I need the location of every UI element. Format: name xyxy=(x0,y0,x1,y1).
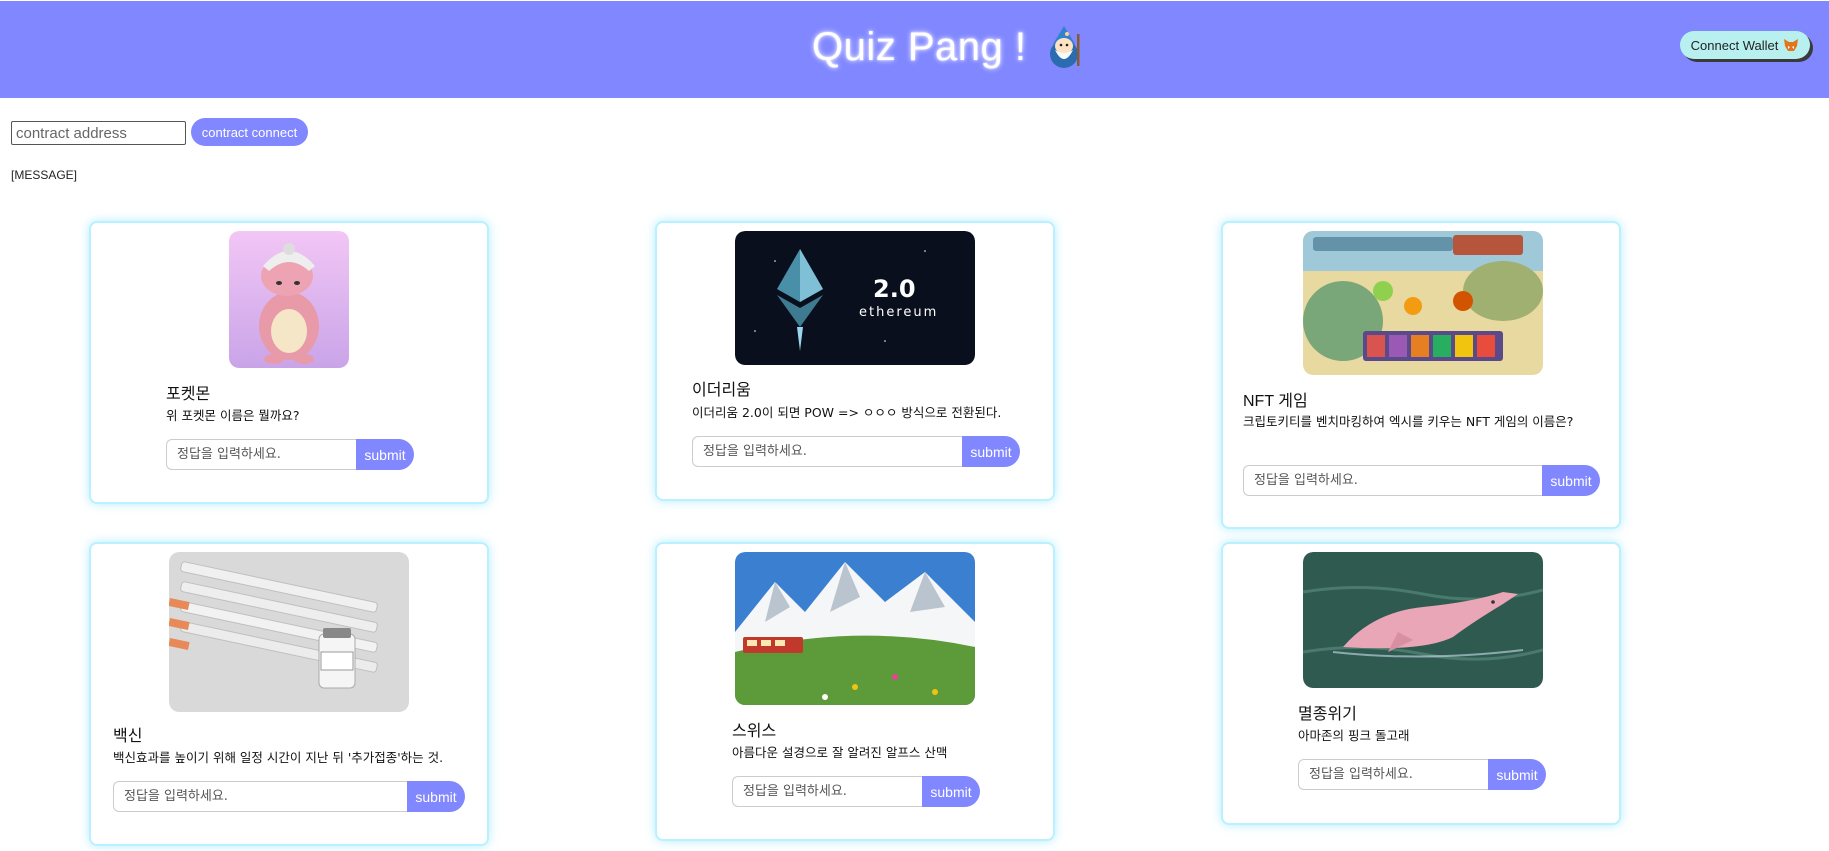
quiz-title: 스위스 xyxy=(732,723,777,740)
answer-input[interactable] xyxy=(732,776,922,807)
submit-button[interactable]: submit xyxy=(356,439,414,470)
submit-button[interactable]: submit xyxy=(962,436,1020,467)
submit-button[interactable]: submit xyxy=(1542,465,1600,496)
submit-button[interactable]: submit xyxy=(1488,759,1546,790)
submit-button[interactable]: submit xyxy=(407,781,465,812)
answer-form: submit xyxy=(1298,759,1546,790)
connect-wallet-button[interactable]: Connect Wallet xyxy=(1680,31,1810,59)
answer-input[interactable] xyxy=(1298,759,1488,790)
quiz-question: 아마존의 핑크 돌고래 xyxy=(1298,728,1410,743)
submit-button[interactable]: submit xyxy=(922,776,980,807)
quiz-image-vaccine xyxy=(169,552,409,712)
quiz-question: 위 포켓몬 이름은 뭘까요? xyxy=(166,408,300,423)
quiz-image-pokemon xyxy=(229,231,349,368)
ethereum-image-version: 2.0 xyxy=(873,275,916,303)
answer-input[interactable] xyxy=(692,436,962,467)
answer-input[interactable] xyxy=(113,781,407,812)
answer-input[interactable] xyxy=(166,439,356,470)
quiz-title: 포켓몬 xyxy=(166,386,211,403)
quiz-question: 크립토키티를 벤치마킹하여 엑시를 키우는 NFT 게임의 이름은? xyxy=(1243,414,1574,429)
contract-connect-button[interactable]: contract connect xyxy=(191,118,308,146)
connect-wallet-label: Connect Wallet xyxy=(1690,37,1779,53)
ethereum-image-wordmark: ethereum xyxy=(859,305,938,320)
answer-form: submit xyxy=(113,781,465,812)
contract-address-input[interactable] xyxy=(11,121,186,145)
message-text: [MESSAGE] xyxy=(11,168,78,182)
header-bar: Quiz Pang ! Connect Wallet xyxy=(0,1,1829,98)
app-title: Quiz Pang ! xyxy=(812,24,1027,69)
quiz-title: 백신 xyxy=(113,728,143,745)
answer-form: submit xyxy=(692,436,1020,467)
quiz-question: 백신효과를 높이기 위해 일정 시간이 지난 뒤 '추가접종'하는 것. xyxy=(113,750,444,765)
quiz-title: 이더리움 xyxy=(692,382,751,399)
quiz-card-nft-game: NFT 게임 크립토키티를 벤치마킹하여 엑시를 키우는 NFT 게임의 이름은… xyxy=(1221,221,1621,529)
quiz-question: 이더리움 2.0이 되면 POW => ㅇㅇㅇ 방식으로 전환된다. xyxy=(692,405,1002,420)
wizard-icon xyxy=(1049,26,1080,68)
answer-input[interactable] xyxy=(1243,465,1542,496)
quiz-card-pokemon: 포켓몬 위 포켓몬 이름은 뭘까요? submit xyxy=(89,221,489,504)
quiz-title: 멸종위기 xyxy=(1298,706,1357,723)
quiz-card-switzerland: 스위스 아름다운 설경으로 잘 알려진 알프스 산맥 submit xyxy=(655,542,1055,841)
quiz-card-vaccine: 백신 백신효과를 높이기 위해 일정 시간이 지난 뒤 '추가접종'하는 것. … xyxy=(89,542,489,846)
answer-form: submit xyxy=(166,439,414,470)
quiz-image-ethereum: 2.0 ethereum xyxy=(735,231,975,365)
quiz-title: NFT 게임 xyxy=(1243,393,1308,410)
quiz-question: 아름다운 설경으로 잘 알려진 알프스 산맥 xyxy=(732,745,948,760)
quiz-image-nft-game xyxy=(1303,231,1543,375)
quiz-image-switzerland xyxy=(735,552,975,705)
answer-form: submit xyxy=(1243,465,1600,496)
quiz-card-ethereum: 2.0 ethereum 이더리움 이더리움 2.0이 되면 POW => ㅇㅇ… xyxy=(655,221,1055,501)
quiz-image-dolphin xyxy=(1303,552,1543,688)
quiz-card-endangered: 멸종위기 아마존의 핑크 돌고래 submit xyxy=(1221,542,1621,825)
metamask-fox-icon xyxy=(1784,39,1799,51)
app-title-group: Quiz Pang ! xyxy=(812,15,1087,79)
answer-form: submit xyxy=(732,776,980,807)
